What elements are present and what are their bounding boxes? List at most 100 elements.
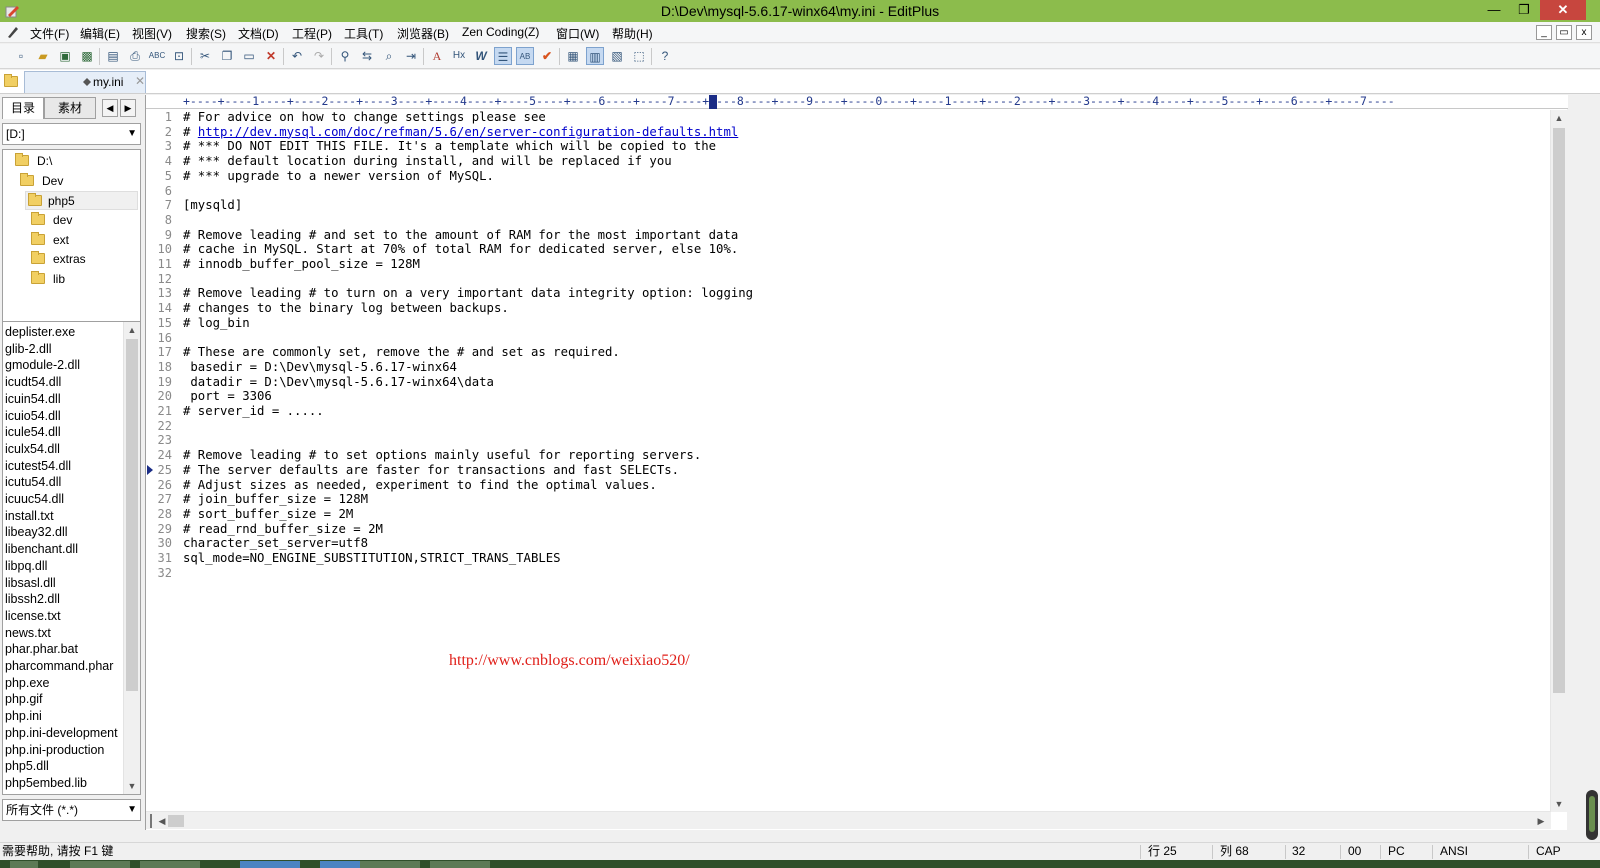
file-list-item[interactable]: news.txt <box>5 625 51 642</box>
taskbar-item[interactable] <box>70 861 130 868</box>
copy-icon[interactable]: ❐ <box>218 47 236 65</box>
scrollbar-thumb[interactable] <box>126 339 138 691</box>
code-line[interactable]: # log_bin <box>183 316 250 331</box>
new-file-icon[interactable]: ▫ <box>12 47 30 65</box>
code-line[interactable]: port = 3306 <box>183 389 271 404</box>
tab-scroll-left-button[interactable]: ◀ <box>102 99 118 117</box>
hex-icon[interactable]: Hx <box>450 47 468 65</box>
goto-icon[interactable]: ⇥ <box>402 47 420 65</box>
file-list-item[interactable]: libenchant.dll <box>5 541 78 558</box>
code-line[interactable]: # join_buffer_size = 128M <box>183 492 368 507</box>
tab-scroll-right-button[interactable]: ▶ <box>120 99 136 117</box>
file-list-item[interactable]: gmodule-2.dll <box>5 357 80 374</box>
file-list[interactable]: deplister.exe glib-2.dll gmodule-2.dll icud… <box>2 321 141 795</box>
file-list-item[interactable]: icuio54.dll <box>5 408 61 425</box>
code-line[interactable]: # Remove leading # and set to the amount… <box>183 228 738 243</box>
print-preview-icon[interactable]: ▤ <box>104 47 122 65</box>
file-list-item[interactable]: phar.phar.bat <box>5 641 78 658</box>
code-line[interactable]: [mysqld] <box>183 198 242 213</box>
redo-icon[interactable]: ↷ <box>310 47 328 65</box>
menu-edit[interactable]: 编辑(E) <box>80 25 120 42</box>
tree-node-d[interactable]: D:\ <box>15 152 135 171</box>
file-list-item[interactable]: libsasl.dll <box>5 575 56 592</box>
code-line[interactable]: sql_mode=NO_ENGINE_SUBSTITUTION,STRICT_T… <box>183 551 561 566</box>
taskbar-item[interactable] <box>240 861 300 868</box>
cut-icon[interactable]: ✂ <box>196 47 214 65</box>
open-icon[interactable]: ▰ <box>34 47 52 65</box>
code-line[interactable]: # *** DO NOT EDIT THIS FILE. It's a temp… <box>183 139 716 154</box>
scrollbar-thumb[interactable] <box>168 815 184 827</box>
print-icon[interactable]: ⎙ <box>126 47 144 65</box>
file-list-item[interactable]: glib-2.dll <box>5 341 52 358</box>
file-list-item[interactable]: icudt54.dll <box>5 374 61 391</box>
mdi-close-button[interactable]: x <box>1576 25 1592 40</box>
close-button[interactable]: ✕ <box>1540 0 1586 20</box>
drive-select[interactable]: [D:] ▼ <box>2 123 141 145</box>
file-list-item[interactable]: install.txt <box>5 508 54 525</box>
status-encoding[interactable]: ANSI <box>1440 843 1468 860</box>
taskbar-item[interactable] <box>140 861 200 868</box>
editor-pane[interactable]: +----+----1----+----2----+----3----+----… <box>145 95 1568 830</box>
code-line[interactable]: # innodb_buffer_pool_size = 128M <box>183 257 420 272</box>
file-list-item[interactable]: icuuc54.dll <box>5 491 64 508</box>
paste-icon[interactable]: ▭ <box>240 47 258 65</box>
tree-node-dev[interactable]: Dev <box>20 172 135 191</box>
minimize-button[interactable]: — <box>1480 0 1508 20</box>
save-icon[interactable]: ▣ <box>56 47 74 65</box>
find-icon[interactable]: ⚲ <box>336 47 354 65</box>
tab-close-icon[interactable]: ✕ <box>135 74 145 88</box>
fullscreen-icon[interactable]: ⬚ <box>630 47 648 65</box>
spell-check-icon[interactable]: ABC <box>148 47 166 65</box>
menu-search[interactable]: 搜索(S) <box>186 25 226 42</box>
taskbar-item[interactable] <box>10 861 38 868</box>
code-line[interactable]: character_set_server=utf8 <box>183 536 368 551</box>
scrollbar-thumb[interactable] <box>1553 128 1565 693</box>
undo-icon[interactable]: ↶ <box>288 47 306 65</box>
code-line[interactable]: # sort_buffer_size = 2M <box>183 507 353 522</box>
code-line[interactable]: # Adjust sizes as needed, experiment to … <box>183 478 657 493</box>
file-list-item[interactable]: pharcommand.phar <box>5 658 113 675</box>
file-list-item[interactable]: php.ini-production <box>5 742 104 759</box>
file-list-item[interactable]: libpq.dll <box>5 558 47 575</box>
file-list-item[interactable]: libeay32.dll <box>5 524 68 541</box>
menu-file[interactable]: 文件(F) <box>30 25 69 42</box>
document-tab[interactable]: my.ini ✕ <box>24 71 146 93</box>
scroll-down-icon[interactable]: ▼ <box>1551 796 1567 812</box>
file-list-item[interactable]: icule54.dll <box>5 424 61 441</box>
scroll-right-icon[interactable]: ▶ <box>1533 813 1549 829</box>
split-marker[interactable] <box>150 814 152 828</box>
directory-tree[interactable]: D:\ Dev php5 dev ext extras lib <box>2 149 141 345</box>
side-scroll-grip[interactable] <box>1586 790 1598 840</box>
file-filter-select[interactable]: 所有文件 (*.*) ▼ <box>2 799 141 821</box>
menu-project[interactable]: 工程(P) <box>292 25 332 42</box>
file-list-item[interactable]: php.gif <box>5 691 43 708</box>
code-line[interactable]: # The server defaults are faster for tra… <box>183 463 679 478</box>
find-in-files-icon[interactable]: ⌕ <box>380 47 398 65</box>
tab-directory[interactable]: 目录 <box>2 97 44 119</box>
column-select-icon[interactable]: AB <box>516 47 534 65</box>
code-line[interactable]: # Remove leading # to set options mainly… <box>183 448 701 463</box>
editor-vertical-scrollbar[interactable]: ▲ ▼ <box>1550 110 1567 812</box>
code-line[interactable]: # *** upgrade to a newer version of MySQ… <box>183 169 494 184</box>
code-area[interactable]: http://www.cnblogs.com/weixiao520/ # For… <box>183 110 1543 810</box>
code-line[interactable]: # read_rnd_buffer_size = 2M <box>183 522 383 537</box>
font-icon[interactable]: A <box>428 47 446 65</box>
mdi-restore-button[interactable]: ▭ <box>1556 25 1572 40</box>
status-line-ending[interactable]: PC <box>1388 843 1405 860</box>
menu-view[interactable]: 视图(V) <box>132 25 172 42</box>
code-line[interactable]: basedir = D:\Dev\mysql-5.6.17-winx64 <box>183 360 457 375</box>
tree-node-lib[interactable]: lib <box>31 270 131 289</box>
tab-cliptext[interactable]: 素材 <box>44 97 96 119</box>
config-docs-link[interactable]: http://dev.mysql.com/doc/refman/5.6/en/s… <box>198 125 738 139</box>
scroll-up-icon[interactable]: ▲ <box>124 322 140 338</box>
file-list-item[interactable]: deplister.exe <box>5 324 75 341</box>
file-list-item[interactable]: libssh2.dll <box>5 591 60 608</box>
code-line[interactable]: # http://dev.mysql.com/doc/refman/5.6/en… <box>183 125 738 140</box>
file-list-scrollbar[interactable]: ▲ ▼ <box>123 322 140 794</box>
file-list-item[interactable]: license.txt <box>5 608 61 625</box>
menu-help[interactable]: 帮助(H) <box>612 25 653 42</box>
code-line[interactable]: # For advice on how to change settings p… <box>183 110 546 125</box>
file-list-item[interactable]: php.exe <box>5 675 49 692</box>
menu-document[interactable]: 文档(D) <box>238 25 279 42</box>
save-all-icon[interactable]: ▩ <box>78 47 96 65</box>
